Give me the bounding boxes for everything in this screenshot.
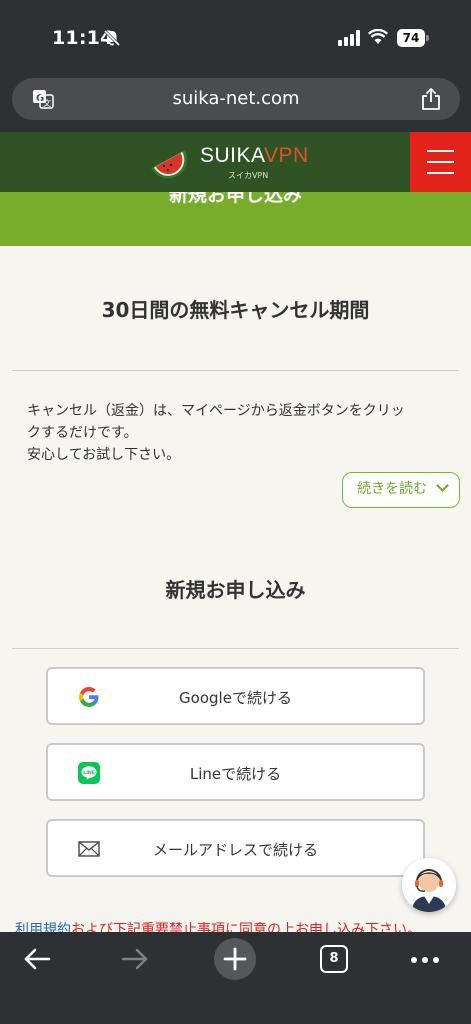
page-title-band: 新規お申し込み — [0, 192, 471, 246]
battery-level: 74 — [397, 29, 425, 47]
logo-text[interactable]: SUIKAVPN — [200, 144, 309, 168]
share-icon[interactable] — [420, 87, 442, 111]
forward-arrow-icon[interactable] — [121, 946, 149, 972]
divider — [12, 370, 459, 371]
new-tab-button[interactable] — [214, 938, 256, 980]
support-agent-icon — [402, 858, 456, 912]
cancel-period-title: 30日間の無料キャンセル期間 — [101, 298, 370, 322]
google-signup-button[interactable]: Googleで続ける — [46, 667, 425, 725]
battery-indicator: 74 — [397, 29, 429, 47]
status-bar: 11:14 74 — [0, 0, 471, 72]
cancel-description: キャンセル（返金）は、マイページから返金ボタンをクリッ クするだけです。 安心し… — [27, 403, 405, 463]
signup-title: 新規お申し込み — [165, 578, 306, 602]
band-title: 新規お申し込み — [168, 192, 302, 206]
plus-icon — [223, 947, 247, 971]
divider — [12, 648, 459, 649]
logo-accent: VPN — [263, 144, 309, 167]
wifi-icon — [368, 29, 388, 44]
cellular-signal-icon — [338, 30, 360, 46]
logo-name: SUIKA — [200, 144, 264, 167]
tab-switcher-button[interactable]: 8 — [320, 945, 348, 973]
back-arrow-icon[interactable] — [23, 946, 51, 972]
line-button-label: Lineで続ける — [189, 765, 282, 783]
logo-subtitle: スイカVPN — [228, 171, 269, 180]
line-signup-button[interactable]: LINE Lineで続ける — [46, 743, 425, 801]
bell-muted-icon — [103, 29, 121, 47]
google-button-label: Googleで続ける — [179, 689, 292, 707]
hamburger-menu-button[interactable] — [410, 132, 471, 192]
url-text[interactable]: suika-net.com — [12, 88, 460, 109]
browser-toolbar: 8 — [0, 932, 471, 1024]
read-more-label: 続きを読む — [357, 481, 427, 497]
address-bar[interactable]: G 文 suika-net.com — [12, 78, 460, 120]
more-options-icon[interactable] — [410, 956, 440, 964]
email-button-label: メールアドレスで続ける — [152, 841, 318, 859]
read-more-button[interactable]: 続きを読む — [342, 472, 460, 508]
site-header: SUIKAVPN スイカVPN — [0, 132, 471, 192]
email-signup-button[interactable]: メールアドレスで続ける — [46, 819, 425, 877]
watermelon-logo-icon[interactable] — [147, 140, 191, 184]
support-chat-avatar-button[interactable] — [402, 858, 456, 912]
chevron-down-icon — [436, 479, 449, 492]
